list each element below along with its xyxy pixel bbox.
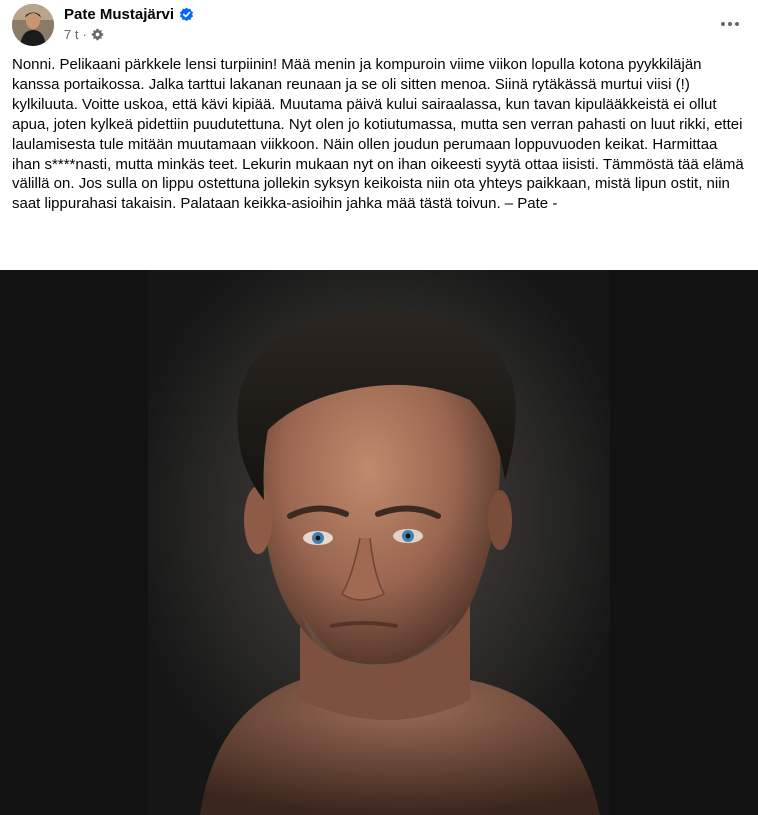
- author-avatar[interactable]: [12, 4, 54, 46]
- author-name-row: Pate Mustajärvi: [64, 6, 194, 23]
- gear-icon[interactable]: [91, 28, 104, 41]
- post-photo[interactable]: [0, 270, 758, 815]
- verified-badge-icon: [179, 7, 194, 22]
- meta-separator: ·: [82, 27, 87, 42]
- more-options-icon: [721, 22, 739, 26]
- post-header: Pate Mustajärvi 7 t ·: [0, 0, 758, 50]
- portrait-image: [0, 270, 758, 815]
- author-name[interactable]: Pate Mustajärvi: [64, 6, 174, 23]
- post-timestamp[interactable]: 7 t: [64, 27, 78, 42]
- post-meta: 7 t ·: [64, 27, 104, 42]
- post-text: Nonni. Pelikaani pärkkele lensi turpiini…: [12, 56, 744, 213]
- more-options-button[interactable]: [716, 10, 744, 38]
- avatar-image: [12, 4, 54, 46]
